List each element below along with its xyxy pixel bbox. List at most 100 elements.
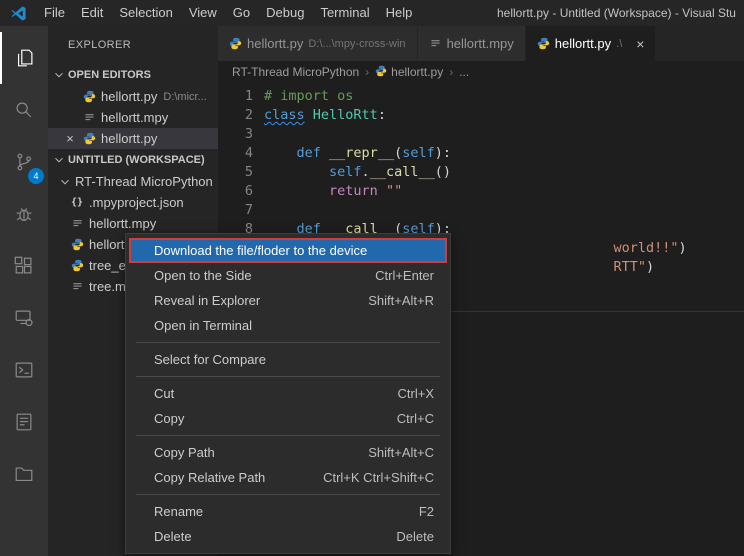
tab-label: hellortt.py xyxy=(247,36,303,51)
file-name: .mpyproject.json xyxy=(89,195,184,210)
menu-item-shortcut: Delete xyxy=(396,529,434,544)
breadcrumb-folder[interactable]: RT-Thread MicroPython xyxy=(232,65,359,79)
code-line: 5 self.__call__() xyxy=(218,163,744,182)
code-token: world!!" xyxy=(614,240,679,256)
chevron-right-icon: › xyxy=(365,65,369,79)
code-token: self xyxy=(402,145,435,161)
code-line: 2class HelloRtt: xyxy=(218,106,744,125)
python-file-icon xyxy=(70,259,84,272)
code-text[interactable] xyxy=(253,201,264,220)
menu-edit[interactable]: Edit xyxy=(73,0,111,26)
code-token: __call__ xyxy=(370,164,435,180)
line-number: 6 xyxy=(218,182,253,201)
open-editor-item-active[interactable]: × hellortt.py xyxy=(48,128,218,149)
tab-hellortt-mpy[interactable]: hellortt.mpy xyxy=(418,26,526,61)
activity-folder-button[interactable] xyxy=(0,448,48,500)
context-menu: Download the file/floder to the deviceOp… xyxy=(125,233,451,554)
menu-item-shortcut: F2 xyxy=(419,504,434,519)
menu-item-shortcut: Ctrl+X xyxy=(398,386,434,401)
menu-item-copy-relative-path[interactable]: Copy Relative PathCtrl+K Ctrl+Shift+C xyxy=(129,465,447,490)
breadcrumb: RT-Thread MicroPython › hellortt.py › ..… xyxy=(218,61,744,83)
code-line: 7 xyxy=(218,201,744,220)
line-number: 4 xyxy=(218,144,253,163)
menu-item-cut[interactable]: Cut Ctrl+X xyxy=(129,381,447,406)
tab-detail: D:\...\mpy-cross-win xyxy=(308,38,405,50)
menu-item-open-in-terminal[interactable]: Open in Terminal xyxy=(129,313,447,338)
activity-device-button[interactable] xyxy=(0,292,48,344)
code-text[interactable]: # import os xyxy=(253,87,353,106)
activity-terminal-button[interactable] xyxy=(0,344,48,396)
json-file-icon: {} xyxy=(70,197,84,208)
menu-item-reveal-in-explorer[interactable]: Reveal in ExplorerShift+Alt+R xyxy=(129,288,447,313)
file-tree-item[interactable]: {} .mpyproject.json xyxy=(48,192,218,213)
menu-item-label: Copy Path xyxy=(154,445,344,460)
source-control-badge: 4 xyxy=(28,168,44,184)
tab-hellortt-py-cross[interactable]: hellortt.py D:\...\mpy-cross-win xyxy=(218,26,418,61)
open-editor-item[interactable]: hellortt.py D:\micr... xyxy=(48,86,218,107)
code-line: 3 xyxy=(218,125,744,144)
close-editor-icon[interactable]: × xyxy=(62,131,78,146)
breadcrumb-symbol[interactable]: ... xyxy=(459,65,469,79)
device-monitor-icon xyxy=(13,307,35,329)
activity-extensions-button[interactable] xyxy=(0,240,48,292)
chevron-down-icon xyxy=(52,68,66,82)
code-text[interactable]: def __repr__(self): xyxy=(253,144,451,163)
section-label: OPEN EDITORS xyxy=(68,69,151,81)
folder-rt-thread-micropython[interactable]: RT-Thread MicroPython xyxy=(48,171,218,192)
open-editor-item[interactable]: hellortt.mpy xyxy=(48,107,218,128)
mpy-file-icon xyxy=(70,280,84,293)
terminal-icon xyxy=(13,359,35,381)
code-text[interactable]: class HelloRtt: xyxy=(253,106,386,125)
code-text[interactable] xyxy=(253,125,264,144)
menu-selection[interactable]: Selection xyxy=(111,0,180,26)
code-token: self xyxy=(329,164,362,180)
tab-detail: .\ xyxy=(616,38,622,50)
activity-search-button[interactable] xyxy=(0,84,48,136)
code-token: ): xyxy=(435,145,451,161)
code-text[interactable]: return "" xyxy=(253,182,402,201)
menu-file[interactable]: File xyxy=(36,0,73,26)
mpy-file-icon xyxy=(429,37,442,50)
breadcrumb-file[interactable]: hellortt.py xyxy=(375,65,443,80)
menu-item-copy-path[interactable]: Copy PathShift+Alt+C xyxy=(129,440,447,465)
tab-hellortt-py-active[interactable]: hellortt.py .\ × xyxy=(526,26,657,61)
menu-terminal[interactable]: Terminal xyxy=(312,0,377,26)
menu-item-open-to-the-side[interactable]: Open to the SideCtrl+Enter xyxy=(129,263,447,288)
activity-debug-button[interactable] xyxy=(0,188,48,240)
menu-help[interactable]: Help xyxy=(378,0,421,26)
code-token xyxy=(305,107,313,123)
menu-item-label: Select for Compare xyxy=(154,352,434,367)
menu-item-shortcut: Shift+Alt+R xyxy=(368,293,434,308)
section-open-editors[interactable]: OPEN EDITORS xyxy=(48,64,218,86)
line-number: 1 xyxy=(218,87,253,106)
menu-view[interactable]: View xyxy=(181,0,225,26)
code-token: __repr__ xyxy=(329,145,394,161)
menu-item-delete[interactable]: DeleteDelete xyxy=(129,524,447,549)
chevron-right-icon: › xyxy=(449,65,453,79)
output-log-icon xyxy=(13,411,35,433)
close-tab-icon[interactable]: × xyxy=(636,36,644,52)
line-number: 5 xyxy=(218,163,253,182)
menu-item-select-for-compare[interactable]: Select for Compare xyxy=(129,347,447,372)
vscode-window: File Edit Selection View Go Debug Termin… xyxy=(0,0,744,556)
menu-item-rename[interactable]: RenameF2 xyxy=(129,499,447,524)
python-file-icon xyxy=(70,238,84,251)
menu-go[interactable]: Go xyxy=(225,0,258,26)
activity-explorer-button[interactable] xyxy=(0,32,48,84)
file-tree-item[interactable]: hellortt.mpy xyxy=(48,213,218,234)
menu-debug[interactable]: Debug xyxy=(258,0,312,26)
mpy-file-icon xyxy=(82,111,96,124)
menu-item-label: Cut xyxy=(154,386,374,401)
file-path-detail: D:\micr... xyxy=(163,91,206,103)
activity-source-control-button[interactable]: 4 xyxy=(0,136,48,188)
menu-item-download-the-file-floder-to-the-device[interactable]: Download the file/floder to the device xyxy=(129,238,447,263)
menu-separator xyxy=(136,376,440,377)
menu-item-copy[interactable]: CopyCtrl+C xyxy=(129,406,447,431)
code-token: "" xyxy=(386,183,402,199)
code-line: 6 return "" xyxy=(218,182,744,201)
code-token: : xyxy=(378,107,386,123)
activity-output-button[interactable] xyxy=(0,396,48,448)
section-workspace[interactable]: UNTITLED (WORKSPACE) xyxy=(48,149,218,171)
menu-separator xyxy=(136,342,440,343)
code-text[interactable]: self.__call__() xyxy=(253,163,451,182)
